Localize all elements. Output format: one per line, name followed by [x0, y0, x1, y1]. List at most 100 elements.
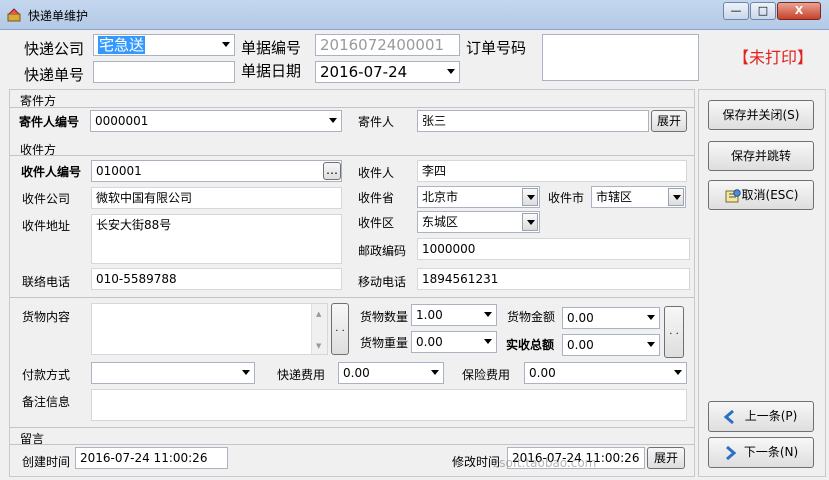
- receiver-city-select[interactable]: 市辖区: [591, 186, 686, 208]
- divider: [10, 155, 694, 156]
- goods-weight-label: 货物重量: [360, 336, 409, 350]
- next-button[interactable]: 下一条(N): [708, 437, 814, 468]
- bill-date-label: 单据日期: [241, 62, 302, 80]
- chevron-down-icon: [222, 42, 230, 47]
- footer-expand-button[interactable]: 展开: [647, 447, 685, 469]
- title-bar: 快递单维护 — □ X: [0, 0, 829, 30]
- express-company-label: 快递公司: [24, 40, 85, 58]
- chevron-down-icon: [431, 370, 439, 375]
- save-jump-button[interactable]: 保存并跳转: [708, 141, 814, 171]
- minimize-button[interactable]: —: [723, 2, 749, 20]
- window-title: 快递单维护: [28, 9, 89, 23]
- payment-label: 付款方式: [22, 368, 71, 382]
- created-time-label: 创建时间: [22, 455, 71, 469]
- prev-label: 上一条(P): [744, 409, 798, 423]
- bill-date-picker[interactable]: 2016-07-24: [315, 61, 460, 83]
- app-icon: [7, 8, 21, 22]
- total-label: 实收总额: [506, 338, 555, 352]
- save-close-button[interactable]: 保存并关闭(S): [708, 100, 814, 130]
- sender-name-label: 寄件人: [358, 115, 395, 129]
- receiver-code-field[interactable]: 010001: [91, 160, 342, 182]
- payment-select[interactable]: [91, 362, 255, 384]
- watermark: zsoft.taobao.com: [493, 456, 597, 470]
- bill-no-field: 2016072400001: [315, 34, 460, 56]
- receiver-company-field[interactable]: 微软中国有限公司: [91, 187, 342, 209]
- bill-date-value: 2016-07-24: [320, 63, 408, 81]
- prev-button[interactable]: 上一条(P): [708, 401, 814, 432]
- chevron-down-icon: [484, 312, 492, 317]
- receiver-address-label: 收件地址: [22, 219, 71, 233]
- chevron-down-icon: [673, 195, 681, 200]
- remark-field[interactable]: [91, 389, 687, 421]
- phone-field[interactable]: 010-5589788: [91, 268, 342, 290]
- goods-qty-value: 1.00: [416, 308, 443, 322]
- goods-weight-select[interactable]: 0.00: [411, 331, 497, 353]
- receiver-city-label: 收件市: [548, 191, 585, 205]
- phone-label: 联络电话: [22, 275, 71, 289]
- tracking-no-field[interactable]: [93, 61, 235, 83]
- created-time-field: 2016-07-24 11:00:26: [75, 447, 228, 469]
- goods-content-scrollbar[interactable]: ▲ ▼: [311, 304, 327, 354]
- receiver-district-label: 收件区: [358, 216, 395, 230]
- goods-content-field[interactable]: [91, 303, 328, 355]
- receiver-code-value: 010001: [96, 164, 142, 178]
- postcode-label: 邮政编码: [358, 244, 407, 258]
- tracking-no-label: 快递单号: [24, 66, 85, 84]
- order-no-label: 订单号码: [466, 39, 527, 57]
- receiver-province-select[interactable]: 北京市: [417, 186, 540, 208]
- close-button[interactable]: X: [777, 2, 821, 20]
- receiver-city-value: 市辖区: [596, 190, 633, 204]
- chevron-down-icon: [647, 342, 655, 347]
- scroll-down-icon: ▼: [316, 342, 322, 350]
- receiver-district-select[interactable]: 东城区: [417, 211, 540, 233]
- chevron-down-icon: [527, 220, 535, 225]
- sender-name-field[interactable]: 张三: [417, 110, 649, 132]
- goods-weight-value: 0.00: [416, 335, 443, 349]
- sender-code-label: 寄件人编号: [19, 115, 80, 129]
- amount-more-button[interactable]: . .: [664, 306, 684, 358]
- sender-expand-button[interactable]: 展开: [651, 110, 687, 132]
- receiver-province-label: 收件省: [358, 191, 395, 205]
- mobile-label: 移动电话: [358, 275, 407, 289]
- divider: [10, 297, 694, 298]
- next-label: 下一条(N): [743, 445, 799, 459]
- chevron-down-icon: [242, 370, 250, 375]
- goods-content-more-button[interactable]: . .: [331, 303, 349, 355]
- receiver-company-label: 收件公司: [22, 192, 71, 206]
- receiver-address-field[interactable]: 长安大街88号: [91, 214, 342, 264]
- mobile-field[interactable]: 1894561231: [417, 268, 690, 290]
- arrow-left-icon: [723, 410, 734, 424]
- chevron-down-icon: [484, 339, 492, 344]
- fee-value: 0.00: [343, 366, 370, 380]
- chevron-down-icon: [674, 370, 682, 375]
- cancel-label: 取消(ESC): [741, 188, 799, 202]
- express-company-select[interactable]: 宅急送: [93, 34, 235, 56]
- postcode-field[interactable]: 1000000: [417, 238, 690, 260]
- total-select[interactable]: 0.00: [562, 334, 660, 356]
- receiver-code-label: 收件人编号: [21, 165, 82, 179]
- scroll-up-icon: ▲: [316, 310, 322, 318]
- divider: [10, 427, 694, 428]
- remark-label: 备注信息: [22, 395, 71, 409]
- order-no-field[interactable]: [542, 34, 699, 81]
- chevron-down-icon: [647, 315, 655, 320]
- receiver-name-label: 收件人: [358, 166, 395, 180]
- goods-qty-select[interactable]: 1.00: [411, 304, 497, 326]
- goods-amount-select[interactable]: 0.00: [562, 307, 660, 329]
- total-value: 0.00: [567, 338, 594, 352]
- chevron-down-icon: [447, 69, 455, 74]
- maximize-button[interactable]: □: [750, 2, 776, 20]
- fee-select[interactable]: 0.00: [338, 362, 444, 384]
- insurance-label: 保险费用: [462, 368, 511, 382]
- sender-code-value: 0000001: [95, 114, 149, 128]
- goods-qty-label: 货物数量: [360, 310, 409, 324]
- cancel-button[interactable]: 取消(ESC): [708, 180, 814, 210]
- receiver-lookup-button[interactable]: …: [323, 162, 341, 180]
- insurance-select[interactable]: 0.00: [524, 362, 687, 384]
- fee-label: 快递费用: [277, 368, 326, 382]
- divider: [10, 107, 694, 108]
- sender-code-select[interactable]: 0000001: [90, 110, 342, 132]
- receiver-name-field[interactable]: 李四: [417, 160, 687, 182]
- print-status: 【未打印】: [733, 48, 814, 67]
- cancel-icon: [725, 189, 741, 203]
